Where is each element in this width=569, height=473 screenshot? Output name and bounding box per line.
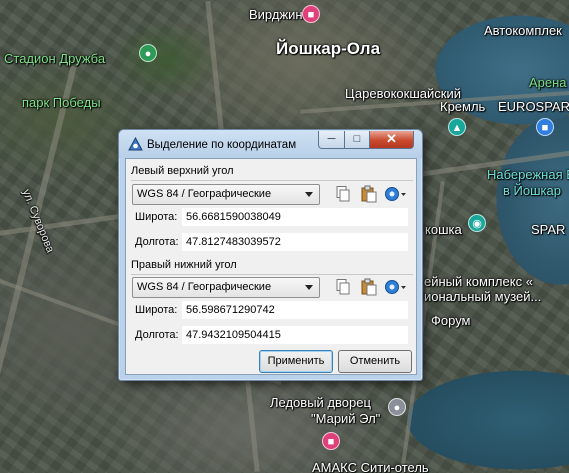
location-pin-icon[interactable]: ●: [388, 398, 406, 416]
hotel-poi-icon-2[interactable]: ■: [322, 432, 340, 450]
maximize-icon: □: [353, 133, 361, 145]
museum-poi-icon[interactable]: ▲: [448, 118, 466, 136]
bottom-right-group-label: Правый нижний угол: [131, 259, 237, 271]
map-label-spar[interactable]: SPAR: [531, 223, 565, 236]
dialog-title: Выделение по координатам: [147, 139, 297, 151]
map-label-kosha[interactable]: кошка: [425, 223, 462, 236]
close-icon: ✕: [386, 131, 397, 146]
stadium-poi-icon[interactable]: ●: [139, 44, 157, 62]
map-label-stadium[interactable]: Стадион Дружба: [4, 52, 105, 65]
chevron-down-icon: [305, 285, 313, 290]
select-by-coordinates-dialog: Выделение по координатам ─ □ ✕ Левый вер…: [118, 129, 423, 381]
top-left-group-label: Левый верхний угол: [131, 165, 234, 177]
top-left-crs-select[interactable]: WGS 84 / Географические: [132, 184, 320, 205]
map-label-autocomplex[interactable]: Автокомплек: [484, 24, 562, 37]
top-left-lon-label: Долгота:: [135, 236, 179, 248]
top-left-lat-field[interactable]: 56.6681590038049: [182, 208, 408, 226]
shop-poi-icon[interactable]: ■: [536, 118, 554, 136]
hotel-poi-icon[interactable]: ■: [302, 5, 320, 23]
settings-gear-icon[interactable]: [383, 184, 407, 204]
dialog-content: Левый верхний угол WGS 84 / Географическ…: [125, 158, 417, 375]
map-label-city[interactable]: Йошкар-Ола: [276, 40, 380, 57]
map-label-museum-2[interactable]: иональный музей...: [424, 290, 541, 303]
camera-poi-icon[interactable]: ◉: [468, 214, 486, 232]
map-label-palace-1[interactable]: Ледовый дворец: [270, 396, 371, 409]
map-label-amaks[interactable]: АМАКС Сити-отель: [312, 461, 429, 473]
paste-icon[interactable]: [360, 278, 378, 296]
map-label-museum-1[interactable]: ейный комплекс «: [424, 275, 533, 288]
paste-icon[interactable]: [360, 185, 378, 203]
map-label-palace-2[interactable]: "Марий Эл": [311, 412, 380, 425]
copy-icon[interactable]: [334, 185, 352, 203]
map-label-tsarevo-2[interactable]: Кремль: [440, 100, 485, 113]
map-label-forum[interactable]: Форум: [431, 314, 471, 327]
minimize-button[interactable]: ─: [318, 131, 345, 149]
bottom-right-lon-label: Долгота:: [135, 329, 179, 341]
bottom-right-lat-label: Широта:: [135, 304, 178, 316]
bottom-right-lon-field[interactable]: 47.9432109504415: [182, 326, 408, 344]
close-button[interactable]: ✕: [369, 131, 414, 149]
maximize-button[interactable]: □: [344, 131, 370, 149]
bottom-right-crs-value: WGS 84 / Географические: [137, 281, 272, 293]
copy-icon[interactable]: [334, 278, 352, 296]
map-label-eurospar[interactable]: EUROSPAR: [498, 100, 569, 113]
cancel-button[interactable]: Отменить: [338, 350, 412, 373]
group-divider: [131, 180, 413, 181]
top-left-lon-field[interactable]: 47.8127483039572: [182, 233, 408, 251]
map-label-embank-2[interactable]: в Йошкар: [503, 184, 561, 197]
top-left-crs-value: WGS 84 / Географические: [137, 188, 272, 200]
bottom-right-lat-field[interactable]: 56.598671290742: [182, 301, 408, 319]
app-logo-icon: [128, 137, 143, 151]
bottom-right-crs-select[interactable]: WGS 84 / Географические: [132, 277, 320, 298]
group-divider: [131, 274, 413, 275]
dialog-titlebar[interactable]: Выделение по координатам ─ □ ✕: [119, 130, 422, 158]
map-label-arena[interactable]: Арена: [529, 76, 567, 89]
top-left-lat-label: Широта:: [135, 211, 178, 223]
map-label-embank-1[interactable]: Набережная Бр: [487, 168, 569, 181]
apply-button[interactable]: Применить: [259, 350, 333, 373]
map-label-park[interactable]: парк Победы: [22, 96, 101, 109]
settings-gear-icon[interactable]: [383, 277, 407, 297]
minimize-icon: ─: [327, 133, 336, 145]
chevron-down-icon: [305, 192, 313, 197]
